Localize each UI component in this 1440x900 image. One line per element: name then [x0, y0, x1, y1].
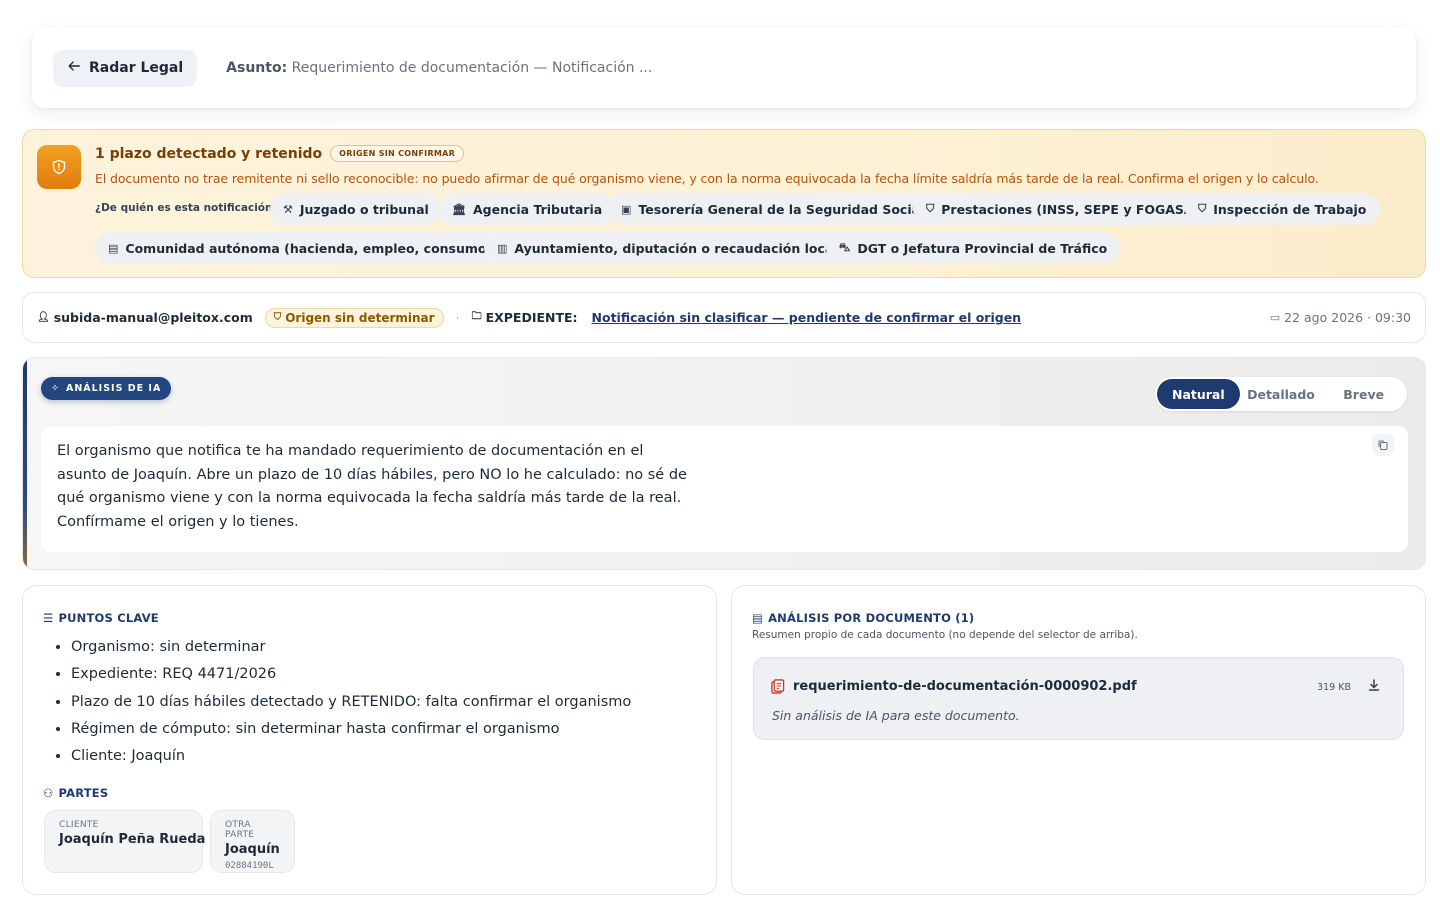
origin-option-label: Inspección de Trabajo: [1213, 201, 1367, 217]
subject-label: Asunto:: [226, 60, 288, 76]
document-analysis-status: Sin análisis de IA para este documento.: [772, 708, 1020, 723]
document-card[interactable]: requerimiento-de-documentación-0000902.p…: [753, 657, 1404, 740]
party-name: Joaquín: [225, 842, 280, 857]
folder-icon: 🗀: [471, 311, 482, 322]
gavel-icon: ⚒: [283, 202, 293, 216]
origin-option-ayuntamiento[interactable]: ▥ Ayuntamiento, diputación o recaudación…: [484, 232, 851, 264]
expediente-link[interactable]: Notificación sin clasificar — pendiente …: [592, 310, 1022, 325]
list-item: Expediente: REQ 4471/2026: [71, 663, 631, 690]
ai-analysis-badge-label: ANÁLISIS DE IA: [65, 383, 162, 394]
user-icon: 👤︎: [37, 312, 50, 323]
subject: Asunto: Requerimiento de documentación —…: [226, 60, 652, 76]
document-name-row: requerimiento-de-documentación-0000902.p…: [770, 679, 1137, 694]
building-icon: ▥: [497, 241, 508, 255]
arrow-left-icon: [67, 59, 81, 77]
deadline-alert: 1 plazo detectado y retenido ORIGEN SIN …: [22, 129, 1426, 278]
people-icon: ⚇: [43, 786, 54, 800]
documents-title-text: ANÁLISIS POR DOCUMENTO (1): [768, 611, 975, 625]
shield-icon: ⛉: [1198, 202, 1207, 215]
bank-icon: 🏛: [452, 202, 466, 216]
expediente-label-text: EXPEDIENTE:: [485, 310, 578, 325]
origin-option-prestaciones[interactable]: ⛉ Prestaciones (INSS, SEPE y FOGASA): [913, 193, 1213, 225]
shield-icon: ⛉: [273, 312, 282, 323]
origin-option-label: Juzgado o tribunal: [299, 201, 429, 217]
back-button-label: Radar Legal: [89, 60, 184, 76]
party-card-other: OTRA PARTE Joaquín 02884190L: [210, 810, 295, 873]
key-points-list: Organismo: sin determinar Expediente: RE…: [71, 636, 631, 772]
list-icon: ☰: [43, 611, 54, 625]
pdf-file-icon: [771, 679, 785, 694]
cash-icon: ▣: [621, 202, 632, 216]
top-bar: Radar Legal Asunto: Requerimiento de doc…: [32, 28, 1416, 108]
origin-option-label: Prestaciones (INSS, SEPE y FOGASA): [941, 201, 1200, 217]
mode-detallado-button[interactable]: Detallado: [1240, 379, 1323, 409]
origin-option-comunidad[interactable]: ▤ Comunidad autónoma (hacienda, empleo, …: [95, 232, 506, 264]
list-item: Cliente: Joaquín: [71, 745, 631, 772]
documents-panel: ▤ ANÁLISIS POR DOCUMENTO (1) Resumen pro…: [731, 585, 1426, 895]
list-item: Organismo: sin determinar: [71, 636, 631, 663]
document-icon: ▤: [108, 241, 119, 255]
calendar-icon: ▭: [1269, 311, 1281, 324]
documents-title: ▤ ANÁLISIS POR DOCUMENTO (1): [752, 611, 974, 625]
uploader-email: subida-manual@pleitox.com: [53, 310, 253, 325]
uploader: 👤︎ subida-manual@pleitox.com: [37, 310, 253, 325]
alert-title: 1 plazo detectado y retenido: [95, 145, 323, 162]
mode-natural-button[interactable]: Natural: [1157, 379, 1240, 409]
documents-subtitle: Resumen propio de cada documento (no dep…: [752, 629, 1138, 641]
download-icon[interactable]: [1367, 678, 1381, 692]
origin-option-label: Tesorería General de la Seguridad Social: [638, 201, 925, 217]
notification-date-text: 22 ago 2026 · 09:30: [1284, 310, 1411, 325]
subject-value: Requerimiento de documentación — Notific…: [291, 60, 653, 76]
origin-option-juzgado[interactable]: ⚒ Juzgado o tribunal: [270, 193, 442, 225]
party-role: OTRA PARTE: [225, 820, 255, 840]
party-role: CLIENTE: [59, 820, 99, 830]
origin-option-label: DGT o Jefatura Provincial de Tráfico: [857, 240, 1108, 256]
party-name: Joaquín Peña Rueda: [59, 832, 206, 847]
ai-analysis-card: ✧ ANÁLISIS DE IA Natural Detallado Breve…: [22, 357, 1426, 570]
origin-status-label: Origen sin determinar: [285, 310, 435, 325]
document-stack-icon: ▤: [752, 611, 764, 625]
copy-button[interactable]: [1372, 434, 1394, 456]
origin-status-badge: ⛉ Origen sin determinar: [264, 307, 444, 328]
party-card-client: CLIENTE Joaquín Peña Rueda: [44, 810, 206, 873]
shield-warning-icon: [37, 145, 81, 189]
ai-summary-box: El organismo que notifica te ha mandado …: [41, 426, 1408, 552]
origin-option-tesoreria[interactable]: ▣ Tesorería General de la Seguridad Soci…: [608, 193, 938, 225]
key-points-title: ☰ PUNTOS CLAVE: [43, 611, 159, 625]
alert-description: El documento no trae remitente ni sello …: [95, 171, 1319, 186]
origin-unconfirmed-badge: ORIGEN SIN CONFIRMAR: [330, 145, 465, 162]
origin-option-dgt[interactable]: ⛍ DGT o Jefatura Provincial de Tráfico: [826, 232, 1121, 264]
origin-question: ¿De quién es esta notificación?: [95, 202, 279, 214]
meta-row: 👤︎ subida-manual@pleitox.com ⛉ Origen si…: [22, 292, 1426, 343]
separator: ·: [455, 310, 460, 325]
expediente-label: 🗀 EXPEDIENTE:: [472, 309, 578, 326]
origin-option-label: Comunidad autónoma (hacienda, empleo, co…: [125, 240, 493, 256]
origin-option-inspeccion[interactable]: ⛉ Inspección de Trabajo: [1185, 193, 1380, 225]
parties-title-text: PARTES: [58, 786, 109, 800]
notification-date: ▭ 22 ago 2026 · 09:30: [1270, 310, 1411, 325]
sparkles-icon: ✧: [51, 383, 60, 394]
key-points-title-text: PUNTOS CLAVE: [58, 611, 159, 625]
summary-mode-selector: Natural Detallado Breve: [1155, 377, 1407, 411]
key-points-panel: ☰ PUNTOS CLAVE Organismo: sin determinar…: [22, 585, 717, 895]
parties-title: ⚇ PARTES: [43, 786, 108, 800]
origin-option-label: Agencia Tributaria: [472, 201, 603, 217]
back-button[interactable]: Radar Legal: [53, 49, 198, 87]
shield-icon: ⛉: [926, 202, 935, 215]
list-item: Régimen de cómputo: sin determinar hasta…: [71, 718, 631, 745]
list-item: Plazo de 10 días hábiles detectado y RET…: [71, 691, 631, 718]
document-size: 319 KB: [1317, 682, 1351, 693]
mode-breve-button[interactable]: Breve: [1322, 379, 1405, 409]
party-id: 02884190L: [225, 861, 274, 871]
document-name: requerimiento-de-documentación-0000902.p…: [793, 679, 1137, 694]
copy-icon: [1378, 440, 1388, 450]
origin-option-agencia-tributaria[interactable]: 🏛 Agencia Tributaria: [439, 193, 616, 225]
ai-summary-text: El organismo que notifica te ha mandado …: [57, 443, 687, 530]
ai-analysis-badge: ✧ ANÁLISIS DE IA: [41, 377, 172, 400]
car-icon: ⛍: [839, 240, 851, 254]
origin-option-label: Ayuntamiento, diputación o recaudación l…: [514, 240, 838, 256]
